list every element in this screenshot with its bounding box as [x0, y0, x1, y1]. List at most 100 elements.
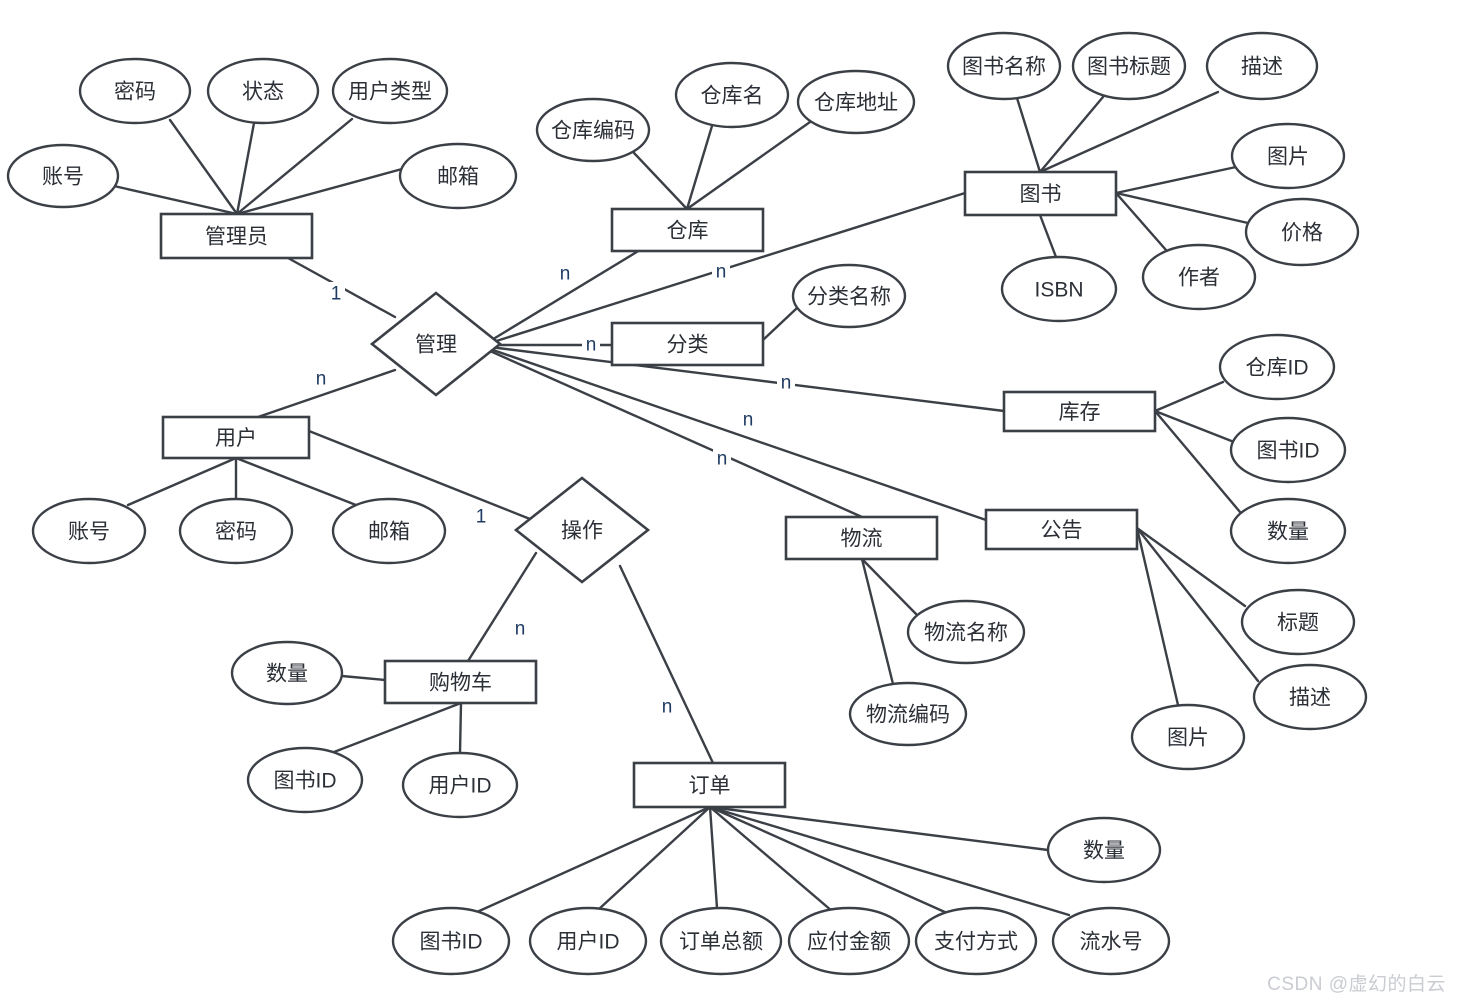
attribute-ellipse [914, 906, 1038, 976]
attribute-user-email[interactable]: 邮箱 [331, 497, 447, 565]
entity-user[interactable]: 用户 [161, 415, 311, 460]
attribute-cat-name[interactable]: 分类名称 [791, 263, 907, 329]
attribute-book-name[interactable]: 图书名称 [946, 31, 1062, 101]
cardinality-label: n [515, 619, 526, 640]
attribute-book-image[interactable]: 图片 [1230, 122, 1346, 190]
attribute-ellipse [674, 61, 790, 129]
attribute-ellipse [1205, 31, 1319, 101]
entity-order[interactable]: 订单 [632, 761, 787, 809]
attribute-edge [235, 121, 256, 216]
relationship-operate[interactable]: 操作 [513, 476, 651, 584]
attribute-ellipse [246, 746, 364, 814]
attribute-order-total[interactable]: 订单总额 [659, 906, 783, 976]
attribute-wh-address[interactable]: 仓库地址 [796, 69, 916, 135]
attribute-order-bookid[interactable]: 图书ID [391, 906, 511, 976]
attribute-book-desc[interactable]: 描述 [1205, 31, 1319, 101]
attribute-book-author[interactable]: 作者 [1141, 243, 1257, 311]
attribute-edge [1153, 380, 1225, 413]
attribute-order-payable[interactable]: 应付金额 [787, 906, 911, 976]
attribute-notice-desc[interactable]: 描述 [1252, 663, 1368, 731]
entity-logistics[interactable]: 物流 [784, 515, 939, 561]
attribute-admin-usertype[interactable]: 用户类型 [331, 57, 449, 125]
attribute-ellipse [206, 57, 320, 125]
attribute-ellipse [906, 599, 1026, 665]
attribute-admin-email[interactable]: 邮箱 [398, 142, 518, 210]
attribute-ellipse [535, 97, 651, 163]
attribute-edge [332, 701, 463, 754]
relationship-diamond [513, 476, 651, 584]
attribute-order-paytype[interactable]: 支付方式 [914, 906, 1038, 976]
attribute-edge [475, 805, 712, 914]
cardinality-label: n [662, 697, 673, 718]
entity-stock[interactable]: 库存 [1002, 390, 1157, 433]
attribute-order-qty[interactable]: 数量 [1046, 816, 1162, 884]
attribute-book-isbn[interactable]: ISBN [1000, 255, 1118, 323]
attribute-cart-bookid[interactable]: 图书ID [246, 746, 364, 814]
attribute-ellipse [1240, 588, 1356, 656]
attribute-notice-image[interactable]: 图片 [1130, 703, 1246, 771]
entity-cart[interactable]: 购物车 [383, 659, 538, 705]
attribute-wh-code[interactable]: 仓库编码 [535, 97, 651, 163]
attribute-book-price[interactable]: 价格 [1244, 197, 1360, 267]
attribute-admin-account[interactable]: 账号 [6, 143, 120, 209]
attribute-stock-whid[interactable]: 仓库ID [1218, 333, 1336, 401]
attribute-edge [1038, 90, 1220, 174]
attribute-edge [126, 456, 238, 507]
attribute-ellipse [787, 906, 911, 976]
attribute-cart-userid[interactable]: 用户ID [401, 751, 519, 819]
attribute-ellipse [1252, 663, 1368, 731]
attribute-edge [685, 120, 812, 211]
attribute-stock-qty[interactable]: 数量 [1229, 497, 1347, 565]
attribute-user-account[interactable]: 账号 [31, 497, 147, 565]
attribute-edge [1153, 409, 1242, 514]
entity-category[interactable]: 分类 [610, 321, 765, 367]
attribute-logi-code[interactable]: 物流编码 [848, 681, 968, 747]
cardinality-label: n [781, 373, 792, 394]
attribute-edge [1038, 95, 1105, 174]
attribute-ellipse [528, 906, 648, 976]
attribute-ellipse [1046, 816, 1162, 884]
attribute-ellipse [1244, 197, 1360, 267]
attribute-ellipse [1000, 255, 1118, 323]
entity-warehouse[interactable]: 仓库 [610, 207, 765, 253]
cardinality-label: n [743, 410, 754, 431]
attribute-ellipse [946, 31, 1062, 101]
attribute-ellipse [1218, 333, 1336, 401]
relationship-edge [618, 564, 715, 765]
relationship-edge [488, 349, 864, 519]
attribute-user-password[interactable]: 密码 [178, 497, 294, 565]
attribute-book-title[interactable]: 图书标题 [1071, 31, 1187, 101]
attribute-edge [340, 674, 387, 682]
attribute-ellipse [1130, 703, 1246, 771]
entity-notice[interactable]: 公告 [984, 508, 1139, 551]
cardinality-label: n [716, 262, 727, 283]
csdn-watermark: CSDN @虚幻的白云 [1267, 974, 1446, 995]
attribute-ellipse [331, 497, 447, 565]
attribute-order-userid[interactable]: 用户ID [528, 906, 648, 976]
attribute-edge [235, 117, 354, 216]
attribute-ellipse [1229, 416, 1347, 484]
attribute-ellipse [331, 57, 449, 125]
attribute-admin-password[interactable]: 密码 [78, 57, 192, 125]
attribute-edge [860, 557, 920, 618]
attribute-ellipse [1229, 497, 1347, 565]
attribute-ellipse [1051, 906, 1171, 976]
entity-box [632, 761, 787, 809]
attribute-order-serial[interactable]: 流水号 [1051, 906, 1171, 976]
entity-box [159, 212, 314, 260]
relationship-manage[interactable]: 管理 [369, 291, 503, 397]
attribute-notice-title[interactable]: 标题 [1240, 588, 1356, 656]
attribute-cart-qty[interactable]: 数量 [230, 640, 344, 706]
attribute-logi-name[interactable]: 物流名称 [906, 599, 1026, 665]
attribute-stock-bookid[interactable]: 图书ID [1229, 416, 1347, 484]
er-diagram-svg: 管理员 仓库图书分类库存用户公告物流购物车订单 管理操作 账号密码 状态 用户类型邮箱… [6, 31, 1368, 976]
attribute-ellipse [1071, 31, 1187, 101]
attribute-ellipse [398, 142, 518, 210]
entity-admin[interactable]: 管理员 [159, 212, 314, 260]
entity-book[interactable]: 图书 [963, 170, 1118, 217]
attribute-ellipse [78, 57, 192, 125]
attribute-ellipse [401, 751, 519, 819]
attribute-wh-name[interactable]: 仓库名 [674, 61, 790, 129]
attribute-admin-status[interactable]: 状态 [206, 57, 320, 125]
entity-box [963, 170, 1118, 217]
